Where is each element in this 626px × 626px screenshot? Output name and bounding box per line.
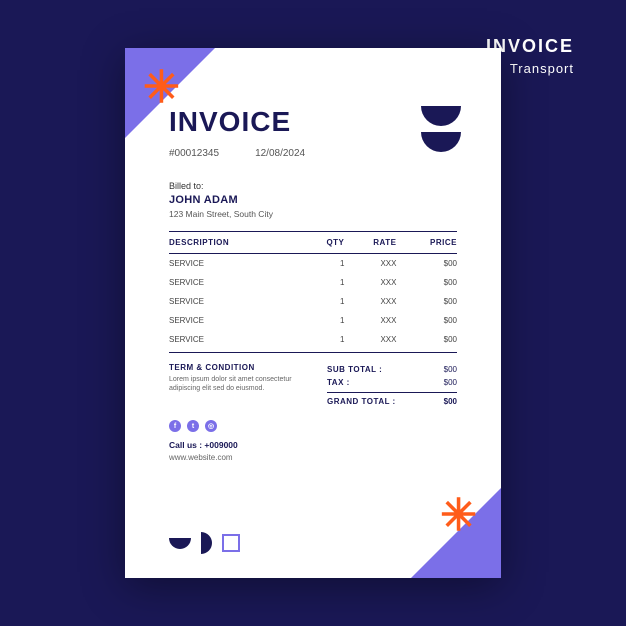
asterisk-icon: ✳	[143, 66, 180, 110]
cell-rate: XXX	[344, 273, 396, 292]
cell-desc: SERVICE	[169, 292, 304, 311]
terms-label: TERM & CONDITION	[169, 363, 319, 372]
totals-block: SUB TOTAL : $00 TAX : $00 GRAND TOTAL : $00	[327, 363, 457, 408]
tax-label: TAX :	[327, 378, 350, 387]
invoice-title: INVOICE	[169, 106, 457, 138]
cell-price: $00	[396, 273, 457, 292]
billed-to-address: 123 Main Street, South City	[169, 209, 457, 219]
instagram-icon: ◎	[205, 420, 217, 432]
cell-rate: XXX	[344, 311, 396, 330]
cell-desc: SERVICE	[169, 330, 304, 353]
cell-qty: 1	[304, 330, 344, 353]
terms-block: TERM & CONDITION Lorem ipsum dolor sit a…	[169, 363, 319, 408]
cell-qty: 1	[304, 273, 344, 292]
cell-rate: XXX	[344, 254, 396, 274]
table-row: SERVICE1XXX$00	[169, 254, 457, 274]
cell-qty: 1	[304, 311, 344, 330]
billed-to-label: Billed to:	[169, 181, 457, 191]
terms-text: Lorem ipsum dolor sit amet consectetur a…	[169, 375, 319, 393]
col-price: PRICE	[396, 232, 457, 254]
table-row: SERVICE1XXX$00	[169, 292, 457, 311]
col-description: DESCRIPTION	[169, 232, 304, 254]
col-rate: RATE	[344, 232, 396, 254]
cell-desc: SERVICE	[169, 311, 304, 330]
invoice-number: #00012345	[169, 148, 219, 159]
table-row: SERVICE1XXX$00	[169, 330, 457, 353]
footer-shapes	[169, 532, 240, 554]
cell-price: $00	[396, 292, 457, 311]
asterisk-icon: ✳	[440, 494, 477, 538]
col-qty: QTY	[304, 232, 344, 254]
grand-total-label: GRAND TOTAL :	[327, 397, 396, 406]
square-icon	[222, 534, 240, 552]
social-icons: f t ◎	[169, 420, 457, 432]
table-row: SERVICE1XXX$00	[169, 311, 457, 330]
cell-rate: XXX	[344, 330, 396, 353]
cell-qty: 1	[304, 292, 344, 311]
cell-desc: SERVICE	[169, 254, 304, 274]
subtotal-value: $00	[444, 365, 457, 374]
invoice-date: 12/08/2024	[255, 148, 305, 159]
invoice-page: ✳ ✳ INVOICE #00012345 12/08/2024 Billed …	[125, 48, 501, 578]
tax-value: $00	[444, 378, 457, 387]
half-circle-icon	[169, 538, 191, 549]
cell-desc: SERVICE	[169, 273, 304, 292]
billed-to-name: JOHN ADAM	[169, 194, 457, 206]
cell-price: $00	[396, 330, 457, 353]
cell-qty: 1	[304, 254, 344, 274]
phone-label: Call us : +009000	[169, 440, 457, 450]
cell-price: $00	[396, 254, 457, 274]
cell-rate: XXX	[344, 292, 396, 311]
facebook-icon: f	[169, 420, 181, 432]
cell-price: $00	[396, 311, 457, 330]
subtotal-label: SUB TOTAL :	[327, 365, 382, 374]
line-items-table: DESCRIPTION QTY RATE PRICE SERVICE1XXX$0…	[169, 231, 457, 353]
table-row: SERVICE1XXX$00	[169, 273, 457, 292]
half-circle-icon	[201, 532, 212, 554]
twitter-icon: t	[187, 420, 199, 432]
website-label: www.website.com	[169, 453, 457, 462]
grand-total-value: $00	[444, 397, 457, 406]
